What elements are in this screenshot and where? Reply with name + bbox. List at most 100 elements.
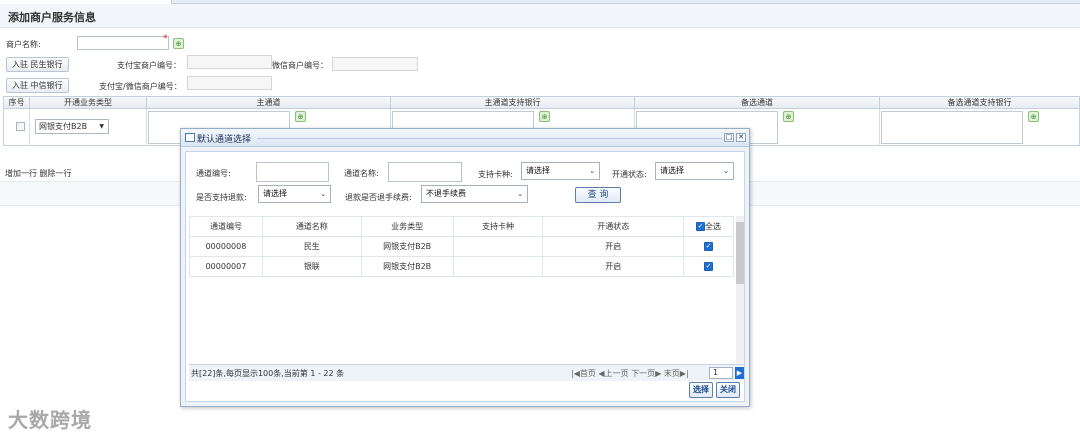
col-header-main-channel-banks: 主通道支持银行 xyxy=(391,97,635,109)
select-all-label: 全选 xyxy=(705,222,722,231)
row-checkbox-cell xyxy=(4,109,30,146)
table-header-row: 通道编号 通道名称 业务类型 支持卡种 开通状态 ✓ 全选 xyxy=(189,216,734,237)
cell-business-type: 网银支付B2B xyxy=(360,236,454,257)
first-page-link[interactable]: |◀首页 xyxy=(571,369,596,378)
cell-card-type xyxy=(452,236,544,257)
merchant-name-label: 商户名称: xyxy=(6,40,41,49)
required-mark: * xyxy=(163,34,168,44)
row-checkbox[interactable]: ✓ xyxy=(704,262,714,271)
search-main-channel-icon[interactable]: ⊕ xyxy=(295,111,306,122)
alipay-wechat-merchant-no-input[interactable] xyxy=(187,76,272,90)
card-type-label: 支持卡种: xyxy=(478,170,513,179)
pager: 共[22]条,每页显示100条,当前第 1 - 22 条 |◀首页 ◀上一页 下… xyxy=(189,364,744,381)
last-page-link[interactable]: 末页▶| xyxy=(664,369,689,378)
search-main-banks-icon[interactable]: ⊕ xyxy=(539,111,550,122)
prev-page-link[interactable]: ◀上一页 xyxy=(598,369,628,378)
channel-no-label: 通道编号: xyxy=(196,169,231,178)
refund-support-label: 是否支持退款: xyxy=(196,193,247,202)
th-channel-no: 通道编号 xyxy=(189,216,263,237)
cell-channel-name: 民生 xyxy=(261,236,362,257)
grid-header: 序号 开通业务类型 主通道 主通道支持银行 备选通道 备选通道支持银行 xyxy=(4,97,1079,109)
select-all-cell[interactable]: ✓ 全选 xyxy=(683,216,734,237)
chevron-down-icon: ⌄ xyxy=(723,167,729,175)
query-button[interactable]: 查 询 xyxy=(575,187,621,203)
business-type-select[interactable]: 网银支付B2B ▼ xyxy=(35,119,109,134)
go-page-icon[interactable]: ▶ xyxy=(735,367,744,379)
alipay-wechat-merchant-no-label: 支付宝/微信商户编号： xyxy=(99,82,182,91)
alipay-merchant-no-input[interactable] xyxy=(187,55,272,69)
page-number-input[interactable]: 1 xyxy=(709,367,733,379)
join-minsheng-button[interactable]: 入驻 民生银行 xyxy=(6,57,69,72)
col-header-index: 序号 xyxy=(4,97,30,109)
dialog-body: 通道编号: 通道名称: 支持卡种: 请选择 ⌄ 开通状态: 请选择 ⌄ 是否支持… xyxy=(185,151,745,402)
table-row[interactable]: 00000007 银联 网银支付B2B 开启 ✓ xyxy=(189,256,734,277)
cell-select[interactable]: ✓ xyxy=(683,256,734,277)
refund-support-select[interactable]: 请选择 ⌄ xyxy=(258,185,331,203)
join-zhongxin-button[interactable]: 入驻 中信银行 xyxy=(6,78,69,93)
wechat-merchant-no-label: 微信商户编号： xyxy=(272,61,328,70)
th-card-type: 支持卡种 xyxy=(452,216,544,237)
table-row[interactable]: 00000008 民生 网银支付B2B 开启 ✓ xyxy=(189,236,734,257)
chevron-down-icon: ⌄ xyxy=(517,190,523,198)
th-channel-name: 通道名称 xyxy=(261,216,362,237)
delete-row-link[interactable]: 删除一行 xyxy=(40,169,72,178)
page-title: 添加商户服务信息 xyxy=(0,4,1080,28)
alipay-merchant-no-label: 支付宝商户编号： xyxy=(117,61,181,70)
cell-business-type: 网银支付B2B xyxy=(360,256,454,277)
search-backup-channel-icon[interactable]: ⊕ xyxy=(783,111,794,122)
cell-status: 开启 xyxy=(542,236,685,257)
business-type-value: 网银支付B2B xyxy=(39,122,88,131)
cell-select[interactable]: ✓ xyxy=(683,236,734,257)
th-status: 开通状态 xyxy=(542,216,685,237)
col-header-backup-channel: 备选通道 xyxy=(635,97,880,109)
wechat-merchant-no-input[interactable] xyxy=(332,57,418,71)
watermark-logo: 大数跨境 xyxy=(8,408,92,432)
minimize-icon[interactable]: □ xyxy=(724,133,734,142)
chevron-down-icon: ⌄ xyxy=(320,190,326,198)
window-icon xyxy=(185,133,195,142)
card-type-value: 请选择 xyxy=(526,166,550,175)
channel-table: 通道编号 通道名称 业务类型 支持卡种 开通状态 ✓ 全选 00000008 民生… xyxy=(189,216,734,277)
refund-support-value: 请选择 xyxy=(263,189,287,198)
select-button[interactable]: 选择 xyxy=(689,382,713,398)
row-actions: 增加一行 删除一行 xyxy=(5,168,72,179)
close-button[interactable]: 关闭 xyxy=(716,382,740,398)
close-icon[interactable]: ✕ xyxy=(736,133,746,142)
cell-channel-no: 00000008 xyxy=(189,236,263,257)
backup-banks-cell: ⊕ xyxy=(880,109,1079,146)
select-all-checkbox[interactable]: ✓ xyxy=(696,222,706,231)
col-header-backup-channel-banks: 备选通道支持银行 xyxy=(947,98,1012,107)
dialog-titlebar[interactable]: 默认通道选择 □ ✕ xyxy=(181,129,749,147)
channel-name-input[interactable] xyxy=(388,162,462,182)
search-merchant-icon[interactable]: ⊕ xyxy=(173,38,184,49)
card-type-select[interactable]: 请选择 ⌄ xyxy=(521,162,600,180)
status-label: 开通状态: xyxy=(612,170,647,179)
add-row-link[interactable]: 增加一行 xyxy=(5,169,37,178)
cell-channel-name: 银联 xyxy=(261,256,362,277)
merchant-name-input[interactable] xyxy=(77,36,169,50)
refund-fee-label: 退款是否退手续费: xyxy=(345,193,412,202)
status-value: 请选择 xyxy=(660,166,684,175)
chevron-down-icon: ⌄ xyxy=(589,167,595,175)
next-page-link[interactable]: 下一页▶ xyxy=(631,369,661,378)
pager-info: 共[22]条,每页显示100条,当前第 1 - 22 条 xyxy=(191,369,345,378)
backup-banks-textarea[interactable] xyxy=(881,111,1023,144)
th-business-type: 业务类型 xyxy=(360,216,454,237)
refund-fee-value: 不退手续费 xyxy=(426,189,466,198)
title-divider xyxy=(257,138,722,139)
col-header-main-channel: 主通道 xyxy=(147,97,391,109)
scrollbar-thumb[interactable] xyxy=(736,222,744,284)
refund-fee-select[interactable]: 不退手续费 ⌄ xyxy=(421,185,528,203)
dialog-title: 默认通道选择 xyxy=(197,135,252,145)
row-checkbox[interactable] xyxy=(16,122,25,131)
cell-channel-no: 00000007 xyxy=(189,256,263,277)
channel-no-input[interactable] xyxy=(256,162,329,182)
status-select[interactable]: 请选择 ⌄ xyxy=(655,162,734,180)
chevron-down-icon: ▼ xyxy=(99,123,104,130)
search-backup-banks-icon[interactable]: ⊕ xyxy=(1028,111,1039,122)
business-type-cell: 网银支付B2B ▼ xyxy=(30,109,147,146)
row-checkbox[interactable]: ✓ xyxy=(704,242,714,251)
channel-name-label: 通道名称: xyxy=(344,169,379,178)
table-scrollbar[interactable] xyxy=(736,216,744,363)
pager-nav: |◀首页 ◀上一页 下一页▶ 末页▶| xyxy=(571,368,689,379)
